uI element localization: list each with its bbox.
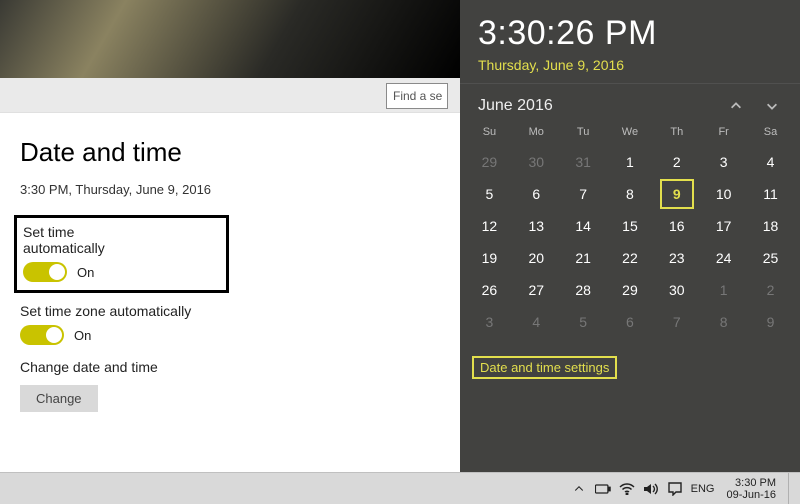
tray-clock-date: 09-Jun-16 <box>726 489 776 501</box>
change-date-time-label: Change date and time <box>20 359 440 375</box>
calendar-dow: Su <box>466 120 513 146</box>
calendar-dow: Sa <box>747 120 794 146</box>
calendar-day[interactable]: 1 <box>700 274 747 306</box>
calendar-day[interactable]: 2 <box>747 274 794 306</box>
calendar-day[interactable]: 16 <box>653 210 700 242</box>
calendar-day[interactable]: 24 <box>700 242 747 274</box>
calendar-day[interactable]: 23 <box>653 242 700 274</box>
taskbar: ENG 3:30 PM 09-Jun-16 <box>0 472 800 504</box>
calendar-day[interactable]: 5 <box>560 306 607 338</box>
settings-search-placeholder: Find a se <box>393 89 442 103</box>
calendar-day[interactable]: 3 <box>700 146 747 178</box>
battery-icon <box>595 484 611 494</box>
calendar-dow: Fr <box>700 120 747 146</box>
tray-clock[interactable]: 3:30 PM 09-Jun-16 <box>726 477 776 501</box>
calendar-day[interactable]: 26 <box>466 274 513 306</box>
action-center-icon[interactable] <box>667 481 683 497</box>
calendar-day[interactable]: 14 <box>560 210 607 242</box>
calendar-dow: Th <box>653 120 700 146</box>
calendar-day[interactable]: 2 <box>653 146 700 178</box>
current-datetime-text: 3:30 PM, Thursday, June 9, 2016 <box>20 182 440 197</box>
settings-body: Date and time 3:30 PM, Thursday, June 9,… <box>0 113 460 436</box>
calendar-day[interactable]: 8 <box>700 306 747 338</box>
calendar-day[interactable]: 12 <box>466 210 513 242</box>
calendar-day[interactable]: 13 <box>513 210 560 242</box>
flyout-date: Thursday, June 9, 2016 <box>478 57 782 73</box>
calendar-day[interactable]: 8 <box>607 178 654 210</box>
wifi-icon <box>619 483 635 495</box>
speaker-icon <box>643 482 659 496</box>
page-title: Date and time <box>20 137 440 168</box>
chevron-down-icon <box>765 99 779 113</box>
calendar-day[interactable]: 3 <box>466 306 513 338</box>
calendar-day[interactable]: 27 <box>513 274 560 306</box>
calendar-prev-month[interactable] <box>726 96 746 116</box>
show-desktop-button[interactable] <box>788 473 794 504</box>
calendar-day[interactable]: 1 <box>607 146 654 178</box>
tray-language[interactable]: ENG <box>691 483 715 495</box>
calendar-day[interactable]: 4 <box>513 306 560 338</box>
calendar-day[interactable]: 20 <box>513 242 560 274</box>
calendar-day[interactable]: 30 <box>513 146 560 178</box>
change-button[interactable]: Change <box>20 385 98 412</box>
calendar-day[interactable]: 29 <box>466 146 513 178</box>
calendar-day[interactable]: 15 <box>607 210 654 242</box>
date-time-settings-link[interactable]: Date and time settings <box>472 356 617 379</box>
wifi-icon[interactable] <box>619 481 635 497</box>
calendar-day[interactable]: 5 <box>466 178 513 210</box>
clock-calendar-flyout: 3:30:26 PM Thursday, June 9, 2016 June 2… <box>460 0 800 472</box>
calendar-day[interactable]: 7 <box>560 178 607 210</box>
set-zone-auto-label: Set time zone automatically <box>20 303 440 319</box>
calendar-day[interactable]: 4 <box>747 146 794 178</box>
calendar-dow: Mo <box>513 120 560 146</box>
calendar-day[interactable]: 30 <box>653 274 700 306</box>
battery-icon[interactable] <box>595 481 611 497</box>
volume-icon[interactable] <box>643 481 659 497</box>
settings-search-input[interactable]: Find a se <box>386 83 448 109</box>
set-time-auto-label: Set time automatically <box>23 224 146 256</box>
calendar-dow: Tu <box>560 120 607 146</box>
calendar-day[interactable]: 10 <box>700 178 747 210</box>
calendar-day[interactable]: 17 <box>700 210 747 242</box>
set-time-auto-highlight: Set time automatically On <box>14 215 229 293</box>
calendar-next-month[interactable] <box>762 96 782 116</box>
calendar-day[interactable]: 11 <box>747 178 794 210</box>
calendar-day[interactable]: 19 <box>466 242 513 274</box>
chevron-up-icon <box>573 483 585 495</box>
calendar-day[interactable]: 28 <box>560 274 607 306</box>
calendar-day[interactable]: 29 <box>607 274 654 306</box>
calendar-day[interactable]: 9 <box>747 306 794 338</box>
calendar-day[interactable]: 18 <box>747 210 794 242</box>
chevron-up-icon <box>729 99 743 113</box>
calendar-day[interactable]: 7 <box>653 306 700 338</box>
set-zone-auto-state: On <box>74 328 91 343</box>
calendar-month-label[interactable]: June 2016 <box>478 97 553 115</box>
calendar-day[interactable]: 6 <box>513 178 560 210</box>
calendar-day[interactable]: 9 <box>653 178 700 210</box>
tray-overflow-icon[interactable] <box>571 481 587 497</box>
calendar-day[interactable]: 22 <box>607 242 654 274</box>
set-time-auto-toggle[interactable] <box>23 262 67 282</box>
flyout-time: 3:30:26 PM <box>478 14 782 53</box>
calendar-day[interactable]: 21 <box>560 242 607 274</box>
set-zone-auto-toggle[interactable] <box>20 325 64 345</box>
calendar-grid: SuMoTuWeThFrSa 2930311234567891011121314… <box>466 120 794 338</box>
set-time-auto-state: On <box>77 265 94 280</box>
calendar-day[interactable]: 6 <box>607 306 654 338</box>
notifications-icon <box>668 482 682 496</box>
settings-titlebar-area: Find a se <box>0 0 460 113</box>
wallpaper-strip <box>0 0 460 78</box>
calendar-day[interactable]: 31 <box>560 146 607 178</box>
calendar-dow: We <box>607 120 654 146</box>
calendar-day[interactable]: 25 <box>747 242 794 274</box>
tray-clock-time: 3:30 PM <box>726 477 776 489</box>
